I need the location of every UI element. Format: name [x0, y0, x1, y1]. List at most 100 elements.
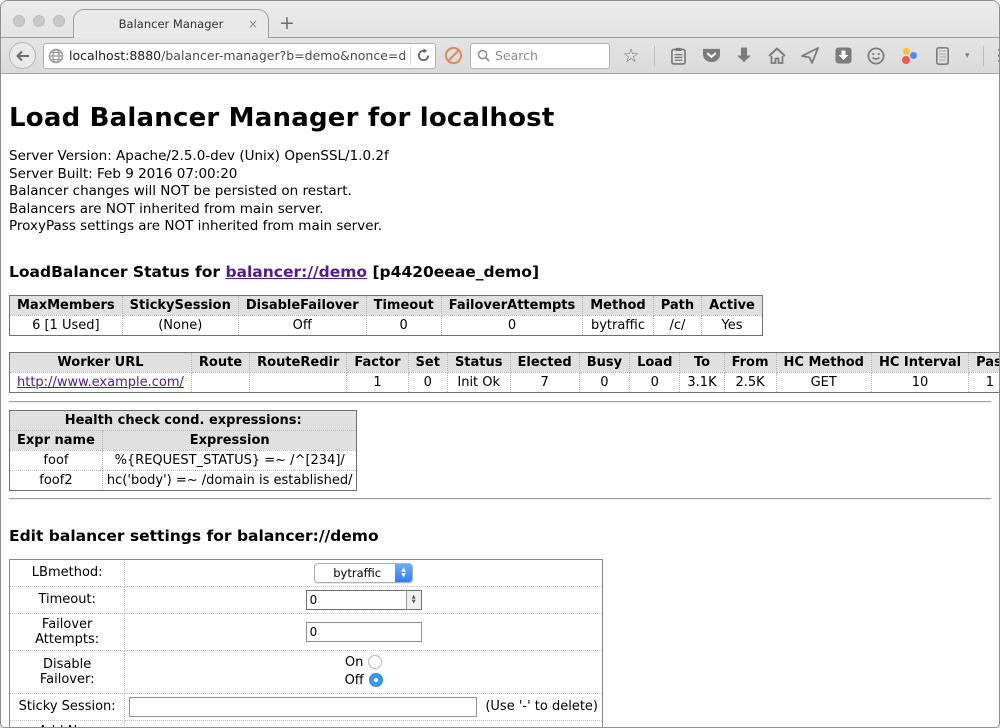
server-info-line: Balancers are NOT inherited from main se… — [9, 201, 991, 219]
add-worker-label: Add New Worker: — [10, 720, 125, 727]
close-window-button[interactable] — [13, 15, 25, 27]
worker-url-link[interactable]: http://www.example.com/ — [17, 375, 184, 390]
number-spinner-icon[interactable]: ▲▼ — [406, 591, 421, 609]
worker-value-cell: 0 — [630, 372, 680, 392]
tab-close-icon[interactable]: × — [248, 17, 258, 31]
device-icon — [936, 47, 949, 65]
worker-header-cell: RouteRedir — [250, 352, 347, 372]
balancer-status-header-row: MaxMembersStickySessionDisableFailoverTi… — [10, 295, 763, 315]
worker-value-cell: 0 — [408, 372, 447, 392]
colored-dots-button[interactable] — [899, 46, 919, 66]
download-square-icon — [835, 47, 852, 64]
failover-off-radio[interactable] — [369, 673, 383, 687]
home-button[interactable] — [767, 46, 787, 66]
url-bar[interactable]: localhost:8880/balancer-manager?b=demo&n… — [43, 43, 436, 69]
balancer-status-header-cell: StickySession — [122, 295, 238, 315]
status-heading: LoadBalancer Status for balancer://demo … — [9, 263, 991, 281]
search-icon — [477, 49, 490, 62]
back-button[interactable] — [9, 42, 36, 69]
downloads-button[interactable] — [734, 46, 754, 66]
star-icon: ☆ — [622, 46, 639, 66]
balancer-status-header-cell: Method — [583, 295, 653, 315]
balancer-status-table: MaxMembersStickySessionDisableFailoverTi… — [9, 295, 763, 336]
window-controls[interactable] — [13, 15, 65, 27]
expression-cell: %{REQUEST_STATUS} =~ /^[234]/ — [102, 450, 357, 470]
toolbar-divider — [654, 46, 655, 66]
failover-attempts-row: Failover Attempts: — [10, 613, 603, 650]
worker-header-cell: From — [724, 352, 776, 372]
server-info-line: Server Version: Apache/2.5.0-dev (Unix) … — [9, 148, 991, 166]
search-bar[interactable]: Search — [470, 43, 610, 69]
failover-attempts-input[interactable] — [306, 622, 422, 642]
zoom-window-button[interactable] — [53, 15, 65, 27]
tab-balancer-manager[interactable]: Balancer Manager × — [73, 9, 269, 38]
balancer-status-header-cell: MaxMembers — [10, 295, 123, 315]
timeout-value: 0 — [307, 591, 406, 609]
balancer-status-value-cell: Yes — [702, 315, 763, 335]
worker-value-cell — [191, 372, 249, 392]
block-icon[interactable] — [443, 46, 463, 66]
lbmethod-label: LBmethod: — [10, 559, 125, 586]
send-button[interactable] — [800, 46, 820, 66]
lbmethod-row: LBmethod: bytraffic ▲▼ — [10, 559, 603, 586]
worker-header-cell: HC Interval — [871, 352, 968, 372]
failover-off-label: Off — [345, 673, 364, 688]
minimize-window-button[interactable] — [33, 15, 45, 27]
balancer-status-value-cell: 6 [1 Used] — [10, 315, 123, 335]
worker-value-cell: 1 (0) — [969, 372, 999, 392]
add-worker-row: Add New Worker: Are you sure? — [10, 720, 603, 727]
title-bar: Balancer Manager × + — [1, 1, 999, 38]
reload-icon[interactable] — [416, 48, 431, 63]
worker-header-cell: Status — [447, 352, 510, 372]
health-header-expr: Expression — [102, 430, 357, 450]
lbmethod-select[interactable]: bytraffic ▲▼ — [314, 563, 413, 583]
download-square-button[interactable] — [833, 46, 853, 66]
health-row-foof: foof %{REQUEST_STATUS} =~ /^[234]/ — [10, 450, 357, 470]
select-stepper-icon: ▲▼ — [395, 563, 412, 583]
page-content: Load Balancer Manager for localhost Serv… — [1, 74, 999, 727]
menu-button[interactable] — [997, 46, 1000, 66]
failover-on-option: On — [129, 654, 598, 672]
expr-name-cell: foof2 — [10, 470, 103, 490]
worker-header-cell: Route — [191, 352, 249, 372]
url-host: localhost:8880 — [69, 48, 161, 63]
smiley-button[interactable] — [866, 46, 886, 66]
server-info: Server Version: Apache/2.5.0-dev (Unix) … — [9, 148, 991, 236]
worker-header-cell: Elected — [510, 352, 579, 372]
worker-header-cell: Load — [630, 352, 680, 372]
browser-window: Balancer Manager × + localhost:8880/bala… — [0, 0, 1000, 728]
balancer-status-header-cell: Path — [653, 295, 701, 315]
pocket-button[interactable] — [701, 46, 721, 66]
globe-icon — [48, 48, 64, 64]
balancer-status-value-cell: 0 — [366, 315, 441, 335]
clipboard-button[interactable] — [668, 46, 688, 66]
worker-value-cell: 7 — [510, 372, 579, 392]
health-header-row: Expr name Expression — [10, 430, 357, 450]
worker-value-cell: 0 — [579, 372, 629, 392]
dropdown-caret-icon[interactable]: ▾ — [965, 51, 970, 61]
device-button[interactable] — [932, 46, 952, 66]
worker-header-cell: Factor — [347, 352, 408, 372]
sticky-session-input[interactable] — [129, 697, 477, 717]
health-header-name: Expr name — [10, 430, 103, 450]
tab-title: Balancer Manager — [119, 17, 224, 31]
worker-header-cell: Busy — [579, 352, 629, 372]
timeout-input[interactable]: 0 ▲▼ — [306, 590, 422, 610]
send-icon — [801, 47, 819, 64]
failover-attempts-label: Failover Attempts: — [10, 613, 125, 650]
status-heading-prefix: LoadBalancer Status for — [9, 263, 225, 281]
downloads-icon — [736, 47, 752, 64]
url-text[interactable]: localhost:8880/balancer-manager?b=demo&n… — [69, 48, 405, 63]
bookmark-star-button[interactable]: ☆ — [621, 46, 641, 66]
balancer-status-header-cell: Active — [702, 295, 763, 315]
worker-header-cell: Passes — [969, 352, 999, 372]
new-tab-button[interactable]: + — [279, 12, 295, 34]
worker-value-cell: GET — [776, 372, 871, 392]
balancer-demo-link[interactable]: balancer://demo — [225, 263, 367, 281]
server-info-line: ProxyPass settings are NOT inherited fro… — [9, 218, 991, 236]
balancer-status-header-cell: Timeout — [366, 295, 441, 315]
health-table-title: Health check cond. expressions: — [10, 410, 357, 430]
failover-on-radio[interactable] — [368, 655, 382, 669]
balancer-status-header-cell: FailoverAttempts — [441, 295, 583, 315]
worker-header-cell: To — [680, 352, 724, 372]
